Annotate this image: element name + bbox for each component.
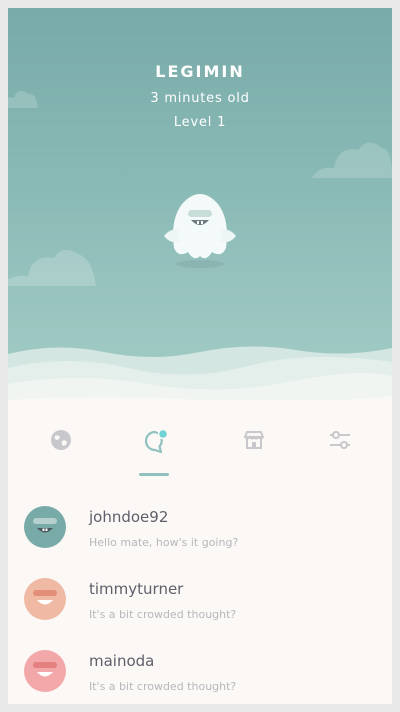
chat-username: timmyturner <box>89 580 184 598</box>
tab-explore[interactable] <box>37 422 85 466</box>
cloud-icon <box>8 249 96 286</box>
chat-message-preview: Hello mate, how's it going? <box>89 536 239 549</box>
cloud-icon <box>312 142 392 178</box>
chat-bubble-icon <box>144 428 169 454</box>
avatar-face-icon <box>33 662 57 677</box>
chat-message-preview: It's a bit crowded thought? <box>89 608 237 621</box>
settings-sliders-icon <box>330 431 350 449</box>
avatar <box>24 650 66 692</box>
notification-dot <box>157 428 169 440</box>
pet-age: 3 minutes old <box>150 91 250 106</box>
chat-item-mainoda[interactable]: mainoda It's a bit crowded thought? <box>8 644 392 704</box>
avatar-face-icon <box>33 518 57 533</box>
tab-settings[interactable] <box>315 422 363 466</box>
globe-icon <box>51 430 71 450</box>
avatar-face-icon <box>33 590 57 605</box>
chat-item-timmyturner[interactable]: timmyturner It's a bit crowded thought? <box>8 572 392 644</box>
chat-list: johndoe92 Hello mate, how's it going? ti… <box>8 500 392 704</box>
tab-shop[interactable] <box>230 422 278 466</box>
phone-screen: LEGIMIN 3 minutes old Level 1 johndoe92 … <box>8 8 392 704</box>
avatar <box>24 506 66 548</box>
pet-hero: LEGIMIN 3 minutes old Level 1 <box>8 8 392 400</box>
pet-name: LEGIMIN <box>155 62 245 81</box>
active-tab-indicator <box>139 473 169 476</box>
chat-username: johndoe92 <box>89 508 169 526</box>
shop-icon <box>244 431 264 449</box>
chat-item-johndoe92[interactable]: johndoe92 Hello mate, how's it going? <box>8 500 392 572</box>
chat-message-preview: It's a bit crowded thought? <box>89 680 237 693</box>
pet-level: Level 1 <box>173 115 227 130</box>
pet-creature[interactable] <box>160 184 240 270</box>
chat-username: mainoda <box>89 652 155 670</box>
tab-bar <box>8 408 392 480</box>
avatar <box>24 578 66 620</box>
tab-chat[interactable] <box>130 422 178 466</box>
wave-decoration <box>8 346 392 400</box>
